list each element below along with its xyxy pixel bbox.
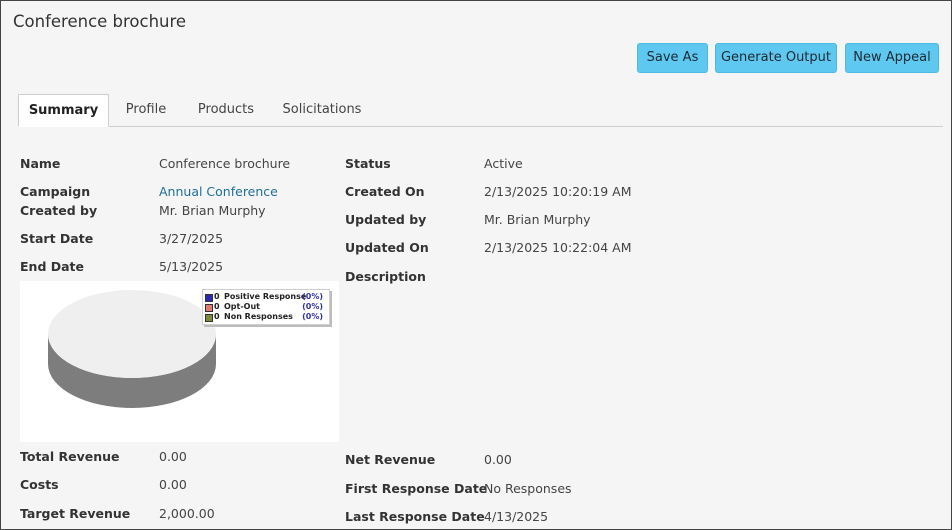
chart-legend: 0 Positive Response (0%) 0 Opt-Out (0%) … — [202, 289, 330, 325]
last-response-date-label: Last Response Date — [345, 509, 485, 524]
start-date-label: Start Date — [20, 231, 94, 246]
net-revenue-value: 0.00 — [484, 452, 512, 467]
updated-by-label: Updated by — [345, 212, 427, 227]
status-label: Status — [345, 156, 391, 171]
legend-swatch — [205, 314, 213, 322]
legend-count: 0 — [214, 292, 220, 301]
created-on-value: 2/13/2025 10:20:19 AM — [484, 184, 632, 199]
legend-count: 0 — [214, 302, 220, 311]
save-as-button[interactable]: Save As — [637, 43, 708, 73]
pie-face-empty — [48, 290, 216, 378]
legend-item-opt-out: 0 Opt-Out (0%) — [205, 302, 327, 312]
costs-label: Costs — [20, 477, 59, 492]
page-title: Conference brochure — [13, 12, 187, 31]
target-revenue-label: Target Revenue — [20, 506, 131, 521]
first-response-date-value: No Responses — [484, 481, 572, 496]
end-date-label: End Date — [20, 259, 85, 274]
name-label: Name — [20, 156, 61, 171]
first-response-date-label: First Response Date — [345, 481, 488, 496]
legend-swatch — [205, 294, 213, 302]
legend-count: 0 — [214, 312, 220, 321]
appeal-window: Conference brochure Save As Generate Out… — [0, 0, 952, 530]
tab-products[interactable]: Products — [188, 94, 264, 126]
created-on-label: Created On — [345, 184, 425, 199]
total-revenue-value: 0.00 — [159, 449, 187, 464]
legend-swatch — [205, 304, 213, 312]
target-revenue-value: 2,000.00 — [159, 506, 215, 521]
legend-item-positive-response: 0 Positive Response (0%) — [205, 292, 327, 302]
new-appeal-button[interactable]: New Appeal — [845, 43, 939, 73]
end-date-value: 5/13/2025 — [159, 259, 224, 274]
tab-bar: Summary Profile Products Solicitations — [18, 94, 943, 127]
generate-output-button[interactable]: Generate Output — [715, 43, 837, 73]
tab-profile[interactable]: Profile — [114, 94, 178, 126]
updated-by-value: Mr. Brian Murphy — [484, 212, 591, 227]
legend-percent: (0%) — [302, 302, 323, 311]
created-by-label: Created by — [20, 203, 98, 218]
tab-summary[interactable]: Summary — [18, 94, 109, 127]
start-date-value: 3/27/2025 — [159, 231, 224, 246]
net-revenue-label: Net Revenue — [345, 452, 436, 467]
last-response-date-value: 4/13/2025 — [484, 509, 549, 524]
legend-item-non-responses: 0 Non Responses (0%) — [205, 312, 327, 322]
legend-percent: (0%) — [302, 312, 323, 321]
legend-label: Positive Response — [224, 292, 307, 301]
legend-percent: (0%) — [302, 292, 323, 301]
description-label: Description — [345, 269, 426, 284]
campaign-link[interactable]: Annual Conference — [159, 184, 278, 199]
updated-on-label: Updated On — [345, 240, 429, 255]
response-pie-chart: 0 Positive Response (0%) 0 Opt-Out (0%) … — [20, 281, 339, 442]
campaign-label: Campaign — [20, 184, 91, 199]
total-revenue-label: Total Revenue — [20, 449, 120, 464]
legend-label: Opt-Out — [224, 302, 260, 311]
created-by-value: Mr. Brian Murphy — [159, 203, 266, 218]
name-value: Conference brochure — [159, 156, 291, 171]
costs-value: 0.00 — [159, 477, 187, 492]
legend-label: Non Responses — [224, 312, 293, 321]
tab-solicitations[interactable]: Solicitations — [274, 94, 370, 126]
updated-on-value: 2/13/2025 10:22:04 AM — [484, 240, 632, 255]
status-value: Active — [484, 156, 523, 171]
